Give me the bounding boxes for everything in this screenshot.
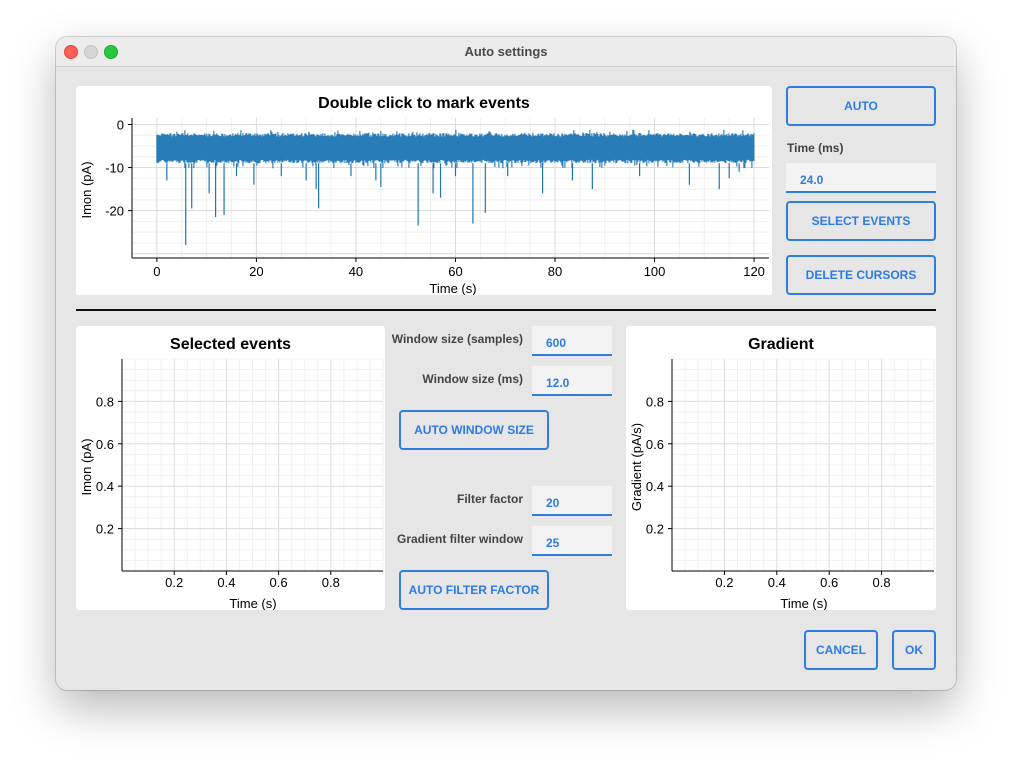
filter-factor-label: Filter factor (456, 492, 523, 506)
selected-events-ylabel: Imon (pA) (79, 438, 94, 495)
gradient-chart[interactable]: 0.2 0.4 0.6 0.8 0.8 0.6 0.4 0.2 Time (s) Gradie… (626, 326, 936, 610)
title-bar: Auto settings (56, 37, 956, 67)
main-plot-xlabel: Time (s) (429, 281, 476, 295)
main-x-tick-label: 100 (644, 264, 666, 279)
auto-settings-window: Auto settings Double click to mark event… (56, 37, 956, 690)
gradient-panel[interactable]: Gradient 0.2 0.4 0.6 0.8 0.8 0.6 0.4 0.2 Time (… (626, 326, 936, 610)
sel-y-tick-label: 0.6 (96, 437, 114, 452)
grad-y-tick-label: 0.2 (646, 522, 664, 537)
sel-y-tick-label: 0.2 (96, 522, 114, 537)
sel-y-tick-label: 0.8 (96, 394, 114, 409)
main-y-tick-label: 0 (117, 117, 124, 132)
sel-x-tick-label: 0.6 (270, 575, 288, 590)
main-y-tick-label: -10 (105, 161, 124, 176)
grad-x-tick-label: 0.8 (873, 575, 891, 590)
gradient-filter-window-label: Gradient filter window (396, 532, 523, 546)
filter-factor-field[interactable]: 20 (532, 486, 612, 516)
main-x-tick-label: 40 (349, 264, 363, 279)
window-size-ms-field[interactable]: 12.0 (532, 366, 612, 396)
main-plot-ylabel: Imon (pA) (79, 161, 94, 218)
delete-cursors-button[interactable]: DELETE CURSORS (786, 255, 936, 295)
main-x-tick-label: 60 (448, 264, 462, 279)
grad-x-tick-label: 0.2 (715, 575, 733, 590)
time-ms-label: Time (ms) (787, 141, 844, 155)
sel-y-tick-label: 0.4 (96, 479, 114, 494)
sel-x-tick-label: 0.8 (322, 575, 340, 590)
sel-x-tick-label: 0.4 (217, 575, 235, 590)
main-x-tick-label: 80 (548, 264, 562, 279)
selected-events-chart[interactable]: 0.2 0.4 0.6 0.8 0.8 0.6 0.4 0.2 Time (s) Imon (… (76, 326, 385, 610)
main-y-tick-label: -20 (105, 204, 124, 219)
ok-button[interactable]: OK (892, 630, 936, 670)
auto-filter-factor-button[interactable]: AUTO FILTER FACTOR (399, 570, 549, 610)
main-trace-chart[interactable]: 0 20 40 60 80 100 120 0 -10 -20 Time (s) Imon (pA… (76, 86, 772, 295)
window-size-samples-field[interactable]: 600 (532, 326, 612, 356)
cancel-button[interactable]: CANCEL (804, 630, 878, 670)
grad-x-tick-label: 0.4 (768, 575, 786, 590)
grad-x-tick-label: 0.6 (820, 575, 838, 590)
window-size-ms-label: Window size (ms) (422, 372, 523, 386)
main-x-tick-label: 20 (249, 264, 263, 279)
main-trace-band (156, 129, 755, 169)
main-plot-panel[interactable]: Double click to mark events 0 20 40 60 80 100… (76, 86, 772, 295)
selected-events-xlabel: Time (s) (229, 596, 276, 610)
gradient-xlabel: Time (s) (780, 596, 827, 610)
grad-y-tick-label: 0.8 (646, 394, 664, 409)
section-divider (76, 309, 936, 311)
auto-window-size-button[interactable]: AUTO WINDOW SIZE (399, 410, 549, 450)
main-x-tick-label: 0 (153, 264, 160, 279)
window-size-samples-label: Window size (samples) (391, 332, 523, 346)
time-ms-field[interactable]: 24.0 (786, 163, 936, 193)
main-x-tick-label: 120 (743, 264, 765, 279)
gradient-ylabel: Gradient (pA/s) (629, 423, 644, 511)
gradient-filter-window-field[interactable]: 25 (532, 526, 612, 556)
sel-x-tick-label: 0.2 (165, 575, 183, 590)
selected-events-panel[interactable]: Selected events 0.2 0.4 0.6 0.8 0.8 0.6 0.4 0.2… (76, 326, 385, 610)
select-events-button[interactable]: SELECT EVENTS (786, 201, 936, 241)
window-title: Auto settings (464, 44, 548, 59)
grad-y-tick-label: 0.6 (646, 437, 664, 452)
grad-y-tick-label: 0.4 (646, 479, 664, 494)
auto-button[interactable]: AUTO (786, 86, 936, 126)
